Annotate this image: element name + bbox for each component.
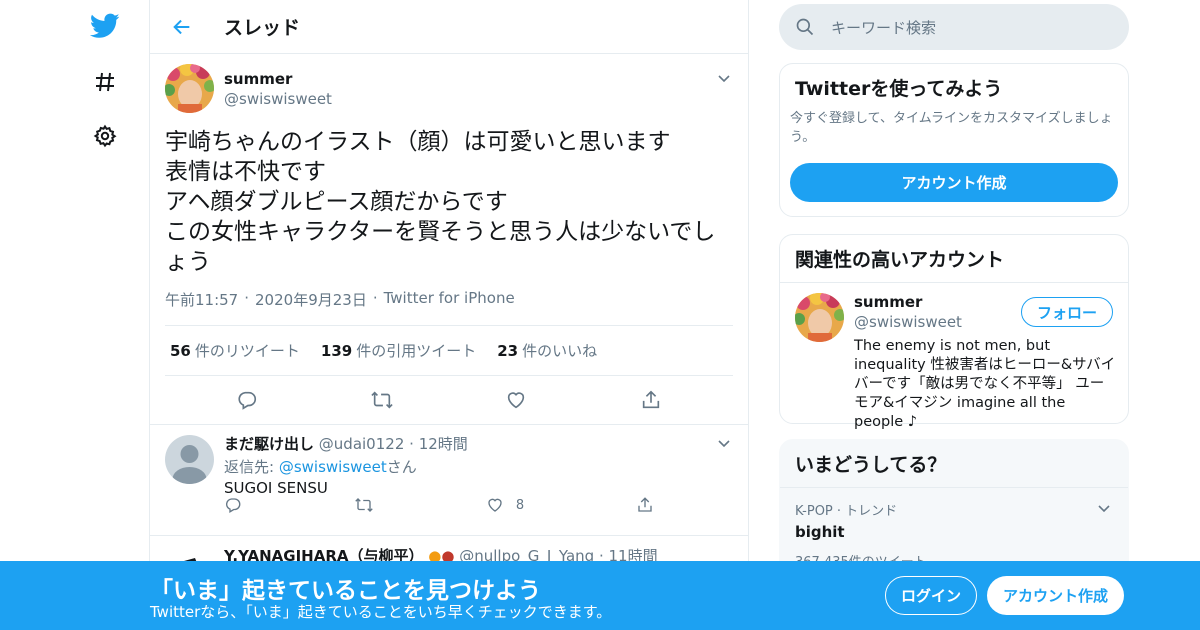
share-icon[interactable] bbox=[634, 383, 668, 417]
settings-gear-icon[interactable] bbox=[87, 118, 123, 154]
meta-dot: · bbox=[244, 289, 250, 307]
search-input[interactable]: キーワード検索 bbox=[831, 17, 936, 38]
banner-subtext: Twitterなら、「いま」起きていることをいち早くチェックできます。 bbox=[150, 603, 612, 621]
back-arrow-icon[interactable] bbox=[168, 13, 196, 41]
quote-stat[interactable]: 139 件の引用ツイート bbox=[321, 340, 476, 361]
reply-author-handle[interactable]: @udai0122 bbox=[319, 435, 405, 453]
share-icon[interactable] bbox=[636, 495, 654, 515]
tweet-author[interactable]: summer @swiswisweet bbox=[165, 64, 733, 113]
signup-card-desc: 今すぐ登録して、タイムラインをカスタマイズしましょう。 bbox=[790, 111, 1113, 145]
thread-column: スレッド summer @swiswisweet 宇崎ちゃんのイラスト（顔）は可… bbox=[149, 0, 749, 630]
author-name[interactable]: summer bbox=[224, 70, 332, 88]
page: スレッド summer @swiswisweet 宇崎ちゃんのイラスト（顔）は可… bbox=[0, 0, 1200, 630]
tweet-text: 宇崎ちゃんのイラスト（顔）は可愛いと思います 表情は不快です アヘ顔ダブルピース… bbox=[165, 129, 716, 275]
signup-banner: 「いま」起きていることを見つけよう Twitterなら、「いま」起きていることを… bbox=[0, 561, 1200, 630]
tweet-source[interactable]: Twitter for iPhone bbox=[384, 289, 515, 310]
page-title: スレッド bbox=[224, 17, 301, 39]
reply-tweet[interactable]: まだ駆け出し @udai0122 · 12時間 返信先: @swiswiswee… bbox=[150, 425, 748, 536]
left-nav bbox=[75, 0, 135, 630]
tweet-stats: 56 件のリツイート 139 件の引用ツイート 23 件のいいね bbox=[165, 325, 733, 376]
sidebar-right: キーワード検索 Twitterを使ってみよう 今すぐ登録して、タイムラインをカス… bbox=[779, 0, 1129, 583]
tweet-time[interactable]: 午前11:57 bbox=[165, 289, 238, 310]
signup-card-title: Twitterを使ってみよう bbox=[795, 78, 1003, 100]
related-title: 関連性の高いアカウント bbox=[795, 249, 1005, 271]
related-bio: The enemy is not men, but inequality 性被害… bbox=[854, 338, 1116, 430]
avatar[interactable] bbox=[165, 64, 214, 113]
tweet-actions bbox=[150, 376, 748, 425]
retweet-icon[interactable] bbox=[354, 495, 374, 515]
reply-to: 返信先: @swiswisweetさん bbox=[224, 458, 417, 476]
thread-header: スレッド bbox=[150, 0, 748, 54]
tweet-date[interactable]: 2020年9月23日 bbox=[255, 289, 367, 310]
search-box[interactable]: キーワード検索 bbox=[779, 4, 1129, 50]
trends-title: いまどうしてる？ bbox=[795, 454, 947, 476]
reply-to-link[interactable]: @swiswisweet bbox=[279, 458, 387, 476]
like-stat[interactable]: 23 件のいいね bbox=[497, 340, 597, 361]
retweet-icon[interactable] bbox=[365, 383, 399, 417]
retweet-stat[interactable]: 56 件のリツイート bbox=[170, 340, 300, 361]
trend-name[interactable]: bighit bbox=[795, 523, 1113, 541]
reply-icon[interactable] bbox=[224, 495, 242, 515]
tweet-meta: 午前11:57 · 2020年9月23日 · Twitter for iPhon… bbox=[165, 289, 733, 310]
follow-button[interactable]: フォロー bbox=[1021, 297, 1113, 327]
author-handle[interactable]: @swiswisweet bbox=[224, 90, 332, 108]
reply-actions: 8 bbox=[224, 495, 654, 515]
trend-context: K-POP · トレンド bbox=[795, 504, 898, 519]
twitter-logo-icon[interactable] bbox=[87, 8, 123, 44]
avatar[interactable] bbox=[165, 435, 214, 484]
main-tweet: summer @swiswisweet 宇崎ちゃんのイラスト（顔）は可愛いと思い… bbox=[150, 54, 748, 425]
chevron-down-icon[interactable] bbox=[714, 68, 734, 88]
reply-icon[interactable] bbox=[230, 383, 264, 417]
reply-time[interactable]: 12時間 bbox=[419, 435, 468, 453]
like-heart-icon[interactable] bbox=[499, 383, 533, 417]
chevron-down-icon[interactable] bbox=[1094, 498, 1114, 518]
login-button[interactable]: ログイン bbox=[885, 576, 977, 615]
signup-button[interactable]: アカウント作成 bbox=[987, 576, 1124, 615]
search-icon bbox=[796, 18, 814, 36]
meta-dot: · bbox=[409, 435, 414, 453]
related-account[interactable]: summer @swiswisweet The enemy is not men… bbox=[780, 283, 1128, 430]
explore-hash-icon[interactable] bbox=[87, 64, 123, 100]
related-accounts-card: 関連性の高いアカウント summer @swiswisweet The enem… bbox=[779, 234, 1129, 430]
like-heart-icon[interactable]: 8 bbox=[486, 495, 524, 515]
signup-card: Twitterを使ってみよう 今すぐ登録して、タイムラインをカスタマイズしましょ… bbox=[779, 63, 1129, 217]
banner-headline: 「いま」起きていることを見つけよう bbox=[150, 578, 541, 604]
avatar[interactable] bbox=[795, 293, 844, 342]
meta-dot: · bbox=[372, 289, 378, 307]
like-count: 8 bbox=[515, 497, 525, 513]
signup-button[interactable]: アカウント作成 bbox=[790, 163, 1118, 202]
chevron-down-icon[interactable] bbox=[714, 433, 734, 453]
reply-author-name[interactable]: まだ駆け出し bbox=[224, 435, 314, 453]
